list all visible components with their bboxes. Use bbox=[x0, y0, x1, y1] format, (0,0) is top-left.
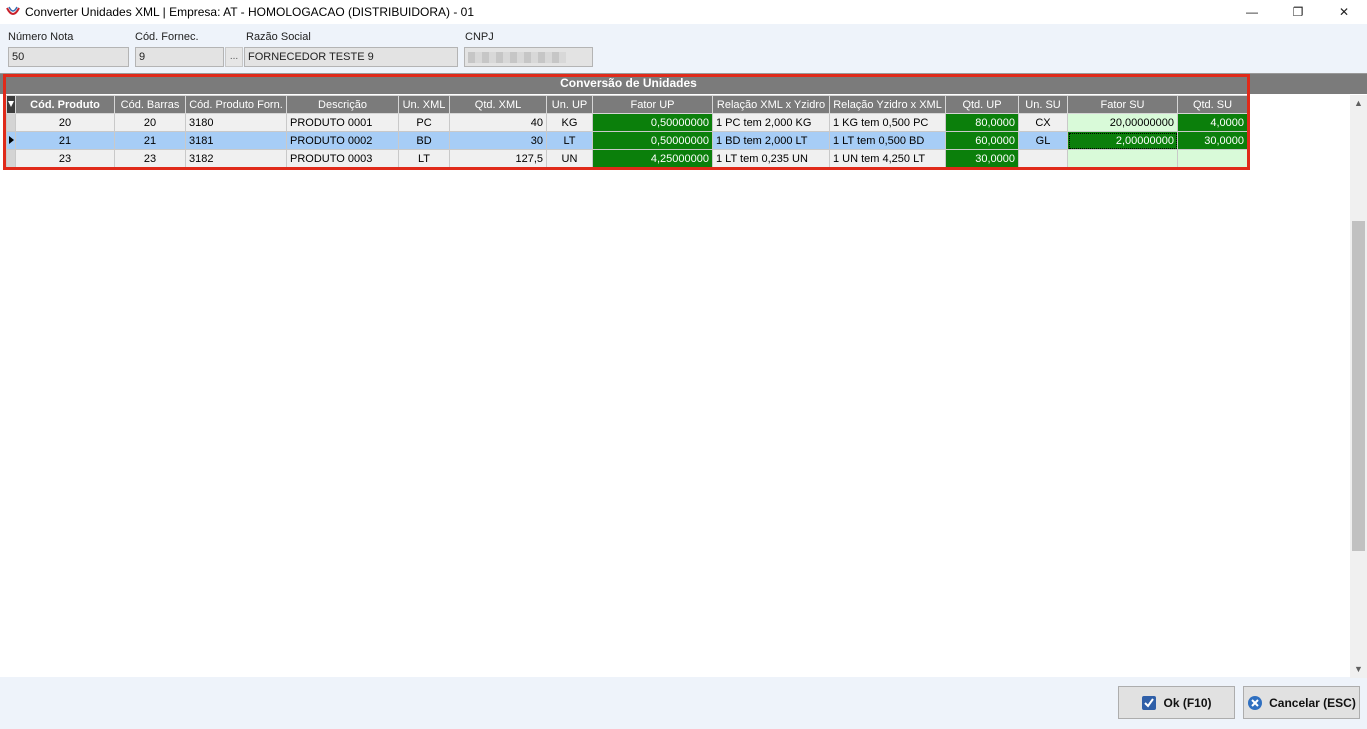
cell-qtd-up[interactable]: 60,0000 bbox=[945, 131, 1019, 150]
cell-relacao-xml-yzidro[interactable]: 1 PC tem 2,000 KG bbox=[712, 113, 830, 132]
col-header-cod-barras[interactable]: Cód. Barras bbox=[114, 95, 186, 114]
razao-social-label: Razão Social bbox=[246, 31, 311, 43]
confirm-icon bbox=[1141, 695, 1157, 711]
numero-nota-field[interactable]: 50 bbox=[8, 47, 129, 67]
cod-fornec-label: Cód. Fornec. bbox=[135, 31, 199, 43]
cancel-button-label: Cancelar (ESC) bbox=[1269, 695, 1356, 710]
table-row[interactable]: 20 20 3180 PRODUTO 0001 PC 40 KG 0,50000… bbox=[6, 113, 1248, 132]
cell-fator-up[interactable]: 0,50000000 bbox=[592, 131, 713, 150]
cell-qtd-xml[interactable]: 30 bbox=[449, 131, 547, 150]
cell-qtd-su[interactable]: 30,0000 bbox=[1177, 131, 1248, 150]
cell-fator-su[interactable] bbox=[1067, 149, 1178, 168]
cnpj-label: CNPJ bbox=[465, 31, 494, 43]
cell-cod-barras[interactable]: 21 bbox=[114, 131, 186, 150]
conversion-grid[interactable]: Cód. Produto Cód. Barras Cód. Produto Fo… bbox=[6, 95, 1248, 168]
grid-header-row: Cód. Produto Cód. Barras Cód. Produto Fo… bbox=[6, 95, 1248, 114]
cell-relacao-yzidro-xml[interactable]: 1 LT tem 0,500 BD bbox=[829, 131, 946, 150]
cancel-button[interactable]: Cancelar (ESC) bbox=[1243, 686, 1360, 719]
scroll-thumb[interactable] bbox=[1352, 221, 1365, 551]
cell-cod-barras[interactable]: 23 bbox=[114, 149, 186, 168]
window-title: Converter Unidades XML | Empresa: AT - H… bbox=[25, 5, 475, 19]
col-header-relacao-yzidro-xml[interactable]: Relação Yzidro x XML bbox=[829, 95, 946, 114]
row-indicator[interactable] bbox=[6, 149, 16, 168]
cell-descricao[interactable]: PRODUTO 0001 bbox=[286, 113, 399, 132]
cell-cod-produto-forn[interactable]: 3182 bbox=[185, 149, 287, 168]
cell-qtd-up[interactable]: 80,0000 bbox=[945, 113, 1019, 132]
col-header-un-up[interactable]: Un. UP bbox=[546, 95, 593, 114]
cell-un-up[interactable]: LT bbox=[546, 131, 593, 150]
cell-un-su[interactable] bbox=[1018, 149, 1068, 168]
col-header-qtd-xml[interactable]: Qtd. XML bbox=[449, 95, 547, 114]
cell-un-su[interactable]: GL bbox=[1018, 131, 1068, 150]
row-indicator-current[interactable] bbox=[6, 131, 16, 150]
cell-cod-produto[interactable]: 21 bbox=[15, 131, 115, 150]
col-header-un-xml[interactable]: Un. XML bbox=[398, 95, 450, 114]
cnpj-field[interactable] bbox=[464, 47, 593, 67]
col-header-fator-su[interactable]: Fator SU bbox=[1067, 95, 1178, 114]
col-header-qtd-up[interactable]: Qtd. UP bbox=[945, 95, 1019, 114]
numero-nota-label: Número Nota bbox=[8, 31, 74, 43]
cell-cod-produto-forn[interactable]: 3180 bbox=[185, 113, 287, 132]
cell-un-up[interactable]: UN bbox=[546, 149, 593, 168]
minimize-button[interactable]: — bbox=[1229, 0, 1275, 24]
cell-un-xml[interactable]: PC bbox=[398, 113, 450, 132]
cell-qtd-su[interactable] bbox=[1177, 149, 1248, 168]
table-row-selected[interactable]: 21 21 3181 PRODUTO 0002 BD 30 LT 0,50000… bbox=[6, 131, 1248, 150]
grid-caption-band: Conversão de Unidades bbox=[0, 74, 1367, 94]
cell-fator-up[interactable]: 4,25000000 bbox=[592, 149, 713, 168]
col-header-fator-up[interactable]: Fator UP bbox=[592, 95, 713, 114]
row-indicator[interactable] bbox=[6, 113, 16, 132]
scroll-up-icon[interactable]: ▲ bbox=[1350, 95, 1367, 112]
ok-button[interactable]: Ok (F10) bbox=[1118, 686, 1235, 719]
razao-social-field[interactable]: FORNECEDOR TESTE 9 bbox=[244, 47, 458, 67]
close-button[interactable]: ✕ bbox=[1321, 0, 1367, 24]
cell-relacao-xml-yzidro[interactable]: 1 LT tem 0,235 UN bbox=[712, 149, 830, 168]
cell-qtd-xml[interactable]: 127,5 bbox=[449, 149, 547, 168]
cell-relacao-yzidro-xml[interactable]: 1 UN tem 4,250 LT bbox=[829, 149, 946, 168]
cnpj-redacted bbox=[468, 52, 566, 63]
search-fornecedor-button[interactable]: ... bbox=[225, 47, 243, 67]
scroll-down-icon[interactable]: ▼ bbox=[1350, 661, 1367, 678]
col-header-qtd-su[interactable]: Qtd. SU bbox=[1177, 95, 1248, 114]
ok-button-label: Ok (F10) bbox=[1163, 695, 1212, 710]
cell-cod-produto[interactable]: 23 bbox=[15, 149, 115, 168]
restore-button[interactable]: ❐ bbox=[1275, 0, 1321, 24]
cell-un-xml[interactable]: LT bbox=[398, 149, 450, 168]
cell-qtd-up[interactable]: 30,0000 bbox=[945, 149, 1019, 168]
row-indicator-header bbox=[6, 95, 16, 114]
cell-qtd-xml[interactable]: 40 bbox=[449, 113, 547, 132]
cell-un-up[interactable]: KG bbox=[546, 113, 593, 132]
col-header-descricao[interactable]: Descrição bbox=[286, 95, 399, 114]
cell-un-xml[interactable]: BD bbox=[398, 131, 450, 150]
app-logo-icon bbox=[5, 4, 21, 20]
col-header-cod-produto-forn[interactable]: Cód. Produto Forn. bbox=[185, 95, 287, 114]
cell-cod-produto[interactable]: 20 bbox=[15, 113, 115, 132]
cell-fator-su-focused[interactable]: 2,00000000 bbox=[1067, 131, 1178, 150]
cancel-icon bbox=[1247, 695, 1263, 711]
cell-relacao-yzidro-xml[interactable]: 1 KG tem 0,500 PC bbox=[829, 113, 946, 132]
vertical-scrollbar[interactable]: ▲ ▼ bbox=[1350, 95, 1367, 678]
cod-fornec-field[interactable]: 9 bbox=[135, 47, 224, 67]
col-header-relacao-xml-yzidro[interactable]: Relação XML x Yzidro bbox=[712, 95, 830, 114]
cell-descricao[interactable]: PRODUTO 0002 bbox=[286, 131, 399, 150]
col-header-cod-produto[interactable]: Cód. Produto bbox=[15, 95, 115, 114]
cell-descricao[interactable]: PRODUTO 0003 bbox=[286, 149, 399, 168]
cell-un-su[interactable]: CX bbox=[1018, 113, 1068, 132]
col-header-un-su[interactable]: Un. SU bbox=[1018, 95, 1068, 114]
cell-qtd-su[interactable]: 4,0000 bbox=[1177, 113, 1248, 132]
cell-fator-su[interactable]: 20,00000000 bbox=[1067, 113, 1178, 132]
title-bar: Converter Unidades XML | Empresa: AT - H… bbox=[0, 0, 1367, 24]
grid-caption: Conversão de Unidades bbox=[560, 76, 697, 90]
cell-cod-barras[interactable]: 20 bbox=[114, 113, 186, 132]
cell-relacao-xml-yzidro[interactable]: 1 BD tem 2,000 LT bbox=[712, 131, 830, 150]
conversion-grid-panel: Conversão de Unidades Cód. Produto Cód. … bbox=[0, 73, 1367, 678]
table-row[interactable]: 23 23 3182 PRODUTO 0003 LT 127,5 UN 4,25… bbox=[6, 149, 1248, 168]
cell-cod-produto-forn[interactable]: 3181 bbox=[185, 131, 287, 150]
cell-fator-up[interactable]: 0,50000000 bbox=[592, 113, 713, 132]
